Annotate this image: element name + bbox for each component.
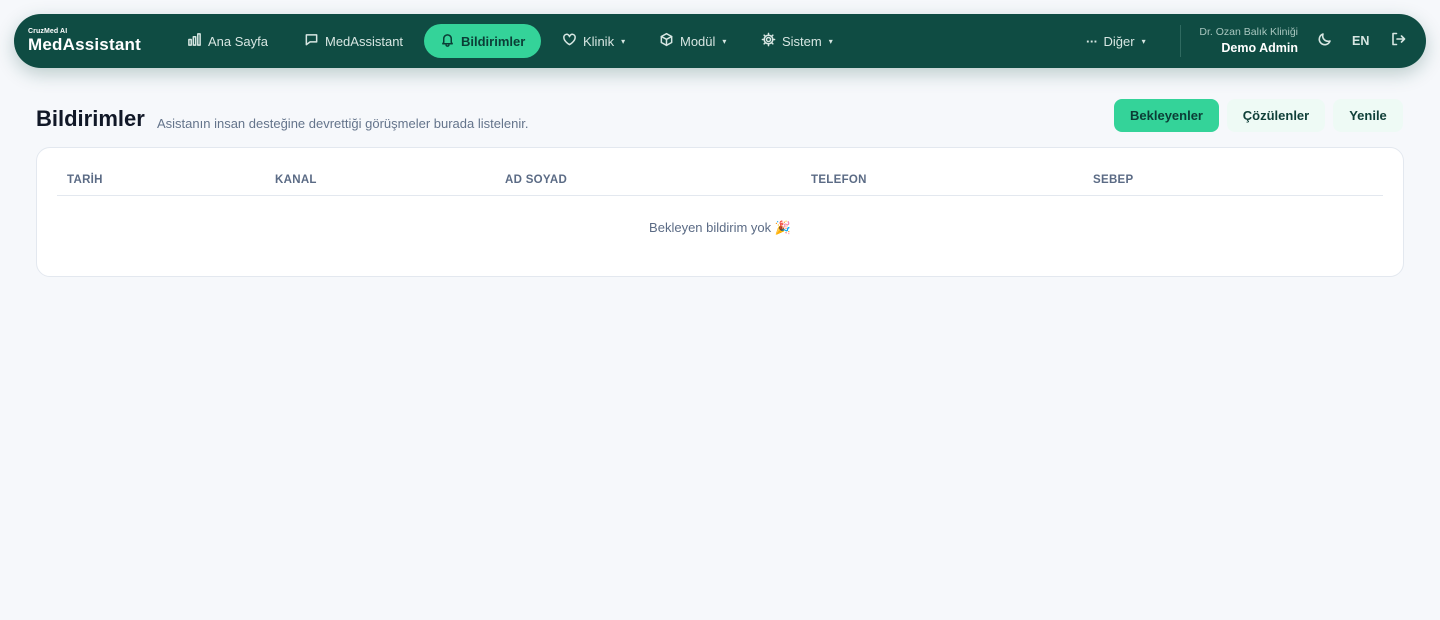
- column-header-phone[interactable]: TELEFON: [811, 174, 867, 186]
- nav-item-more[interactable]: ··· Diğer ▾: [1086, 24, 1146, 58]
- clinic-name: Dr. Ozan Balık Kliniği: [1199, 26, 1298, 38]
- user-info: Dr. Ozan Balık Kliniği Demo Admin: [1199, 26, 1298, 56]
- nav-item-notifications-label: Bildirimler: [461, 33, 526, 49]
- column-header-reason[interactable]: SEBEP: [1093, 174, 1134, 186]
- empty-state-message: Bekleyen bildirim yok 🎉: [649, 220, 791, 235]
- pending-filter-button[interactable]: Bekleyenler: [1114, 99, 1219, 132]
- nav-item-system-label: Sistem: [782, 33, 822, 49]
- nav-item-clinic-label: Klinik: [583, 33, 615, 49]
- bell-icon: [440, 32, 455, 50]
- chevron-down-icon: ▾: [722, 36, 727, 46]
- user-name: Demo Admin: [1221, 40, 1298, 55]
- chevron-down-icon: ▾: [1141, 36, 1146, 46]
- nav-item-system[interactable]: Sistem ▾: [761, 24, 833, 58]
- nav-item-assistant-label: MedAssistant: [325, 33, 404, 49]
- chevron-down-icon: ▾: [828, 36, 833, 46]
- top-navbar: CruzMed AI MedAssistant Ana Sayfa MedAss…: [14, 14, 1426, 68]
- brand-tagline: CruzMed AI: [28, 28, 68, 35]
- nav-item-home-label: Ana Sayfa: [208, 33, 268, 49]
- column-header-date[interactable]: TARİH: [67, 174, 103, 186]
- resolved-filter-button[interactable]: Çözülenler: [1227, 99, 1325, 132]
- refresh-button[interactable]: Yenile: [1333, 99, 1403, 132]
- notifications-table-card: TARİH KANAL AD SOYAD TELEFON SEBEP Bekle…: [36, 147, 1404, 277]
- theme-toggle-button[interactable]: [1315, 31, 1335, 51]
- table-header: TARİH KANAL AD SOYAD TELEFON SEBEP: [57, 170, 1383, 196]
- moon-icon: [1317, 31, 1333, 52]
- nav-item-more-label: Diğer: [1103, 33, 1135, 49]
- nav-item-module-label: Modül: [680, 33, 716, 49]
- language-toggle-button[interactable]: EN: [1352, 31, 1369, 51]
- chevron-down-icon: ▾: [621, 36, 626, 46]
- nav-item-notifications[interactable]: Bildirimler: [424, 24, 542, 58]
- gear-icon: [761, 32, 776, 50]
- nav-item-assistant[interactable]: MedAssistant: [304, 24, 403, 58]
- logout-button[interactable]: [1388, 31, 1408, 51]
- nav-item-module[interactable]: Modül ▾: [659, 24, 726, 58]
- nav-divider: [1180, 25, 1181, 57]
- dots-icon: ···: [1086, 33, 1098, 49]
- chat-bubble-icon: [304, 32, 319, 50]
- brand-name: MedAssistant: [28, 35, 141, 54]
- bar-chart-icon: [187, 32, 202, 50]
- column-header-full-name[interactable]: AD SOYAD: [505, 174, 567, 186]
- logout-icon: [1390, 31, 1406, 52]
- brand-logo[interactable]: CruzMed AI MedAssistant: [28, 28, 141, 53]
- nav-item-home[interactable]: Ana Sayfa: [187, 24, 268, 58]
- column-header-channel[interactable]: KANAL: [275, 174, 317, 186]
- page-title: Bildirimler: [36, 106, 145, 131]
- page-subtitle: Asistanın insan desteğine devrettiği gör…: [157, 116, 529, 131]
- cube-icon: [659, 32, 674, 50]
- nav-item-clinic[interactable]: Klinik ▾: [562, 24, 625, 58]
- heart-icon: [562, 32, 577, 50]
